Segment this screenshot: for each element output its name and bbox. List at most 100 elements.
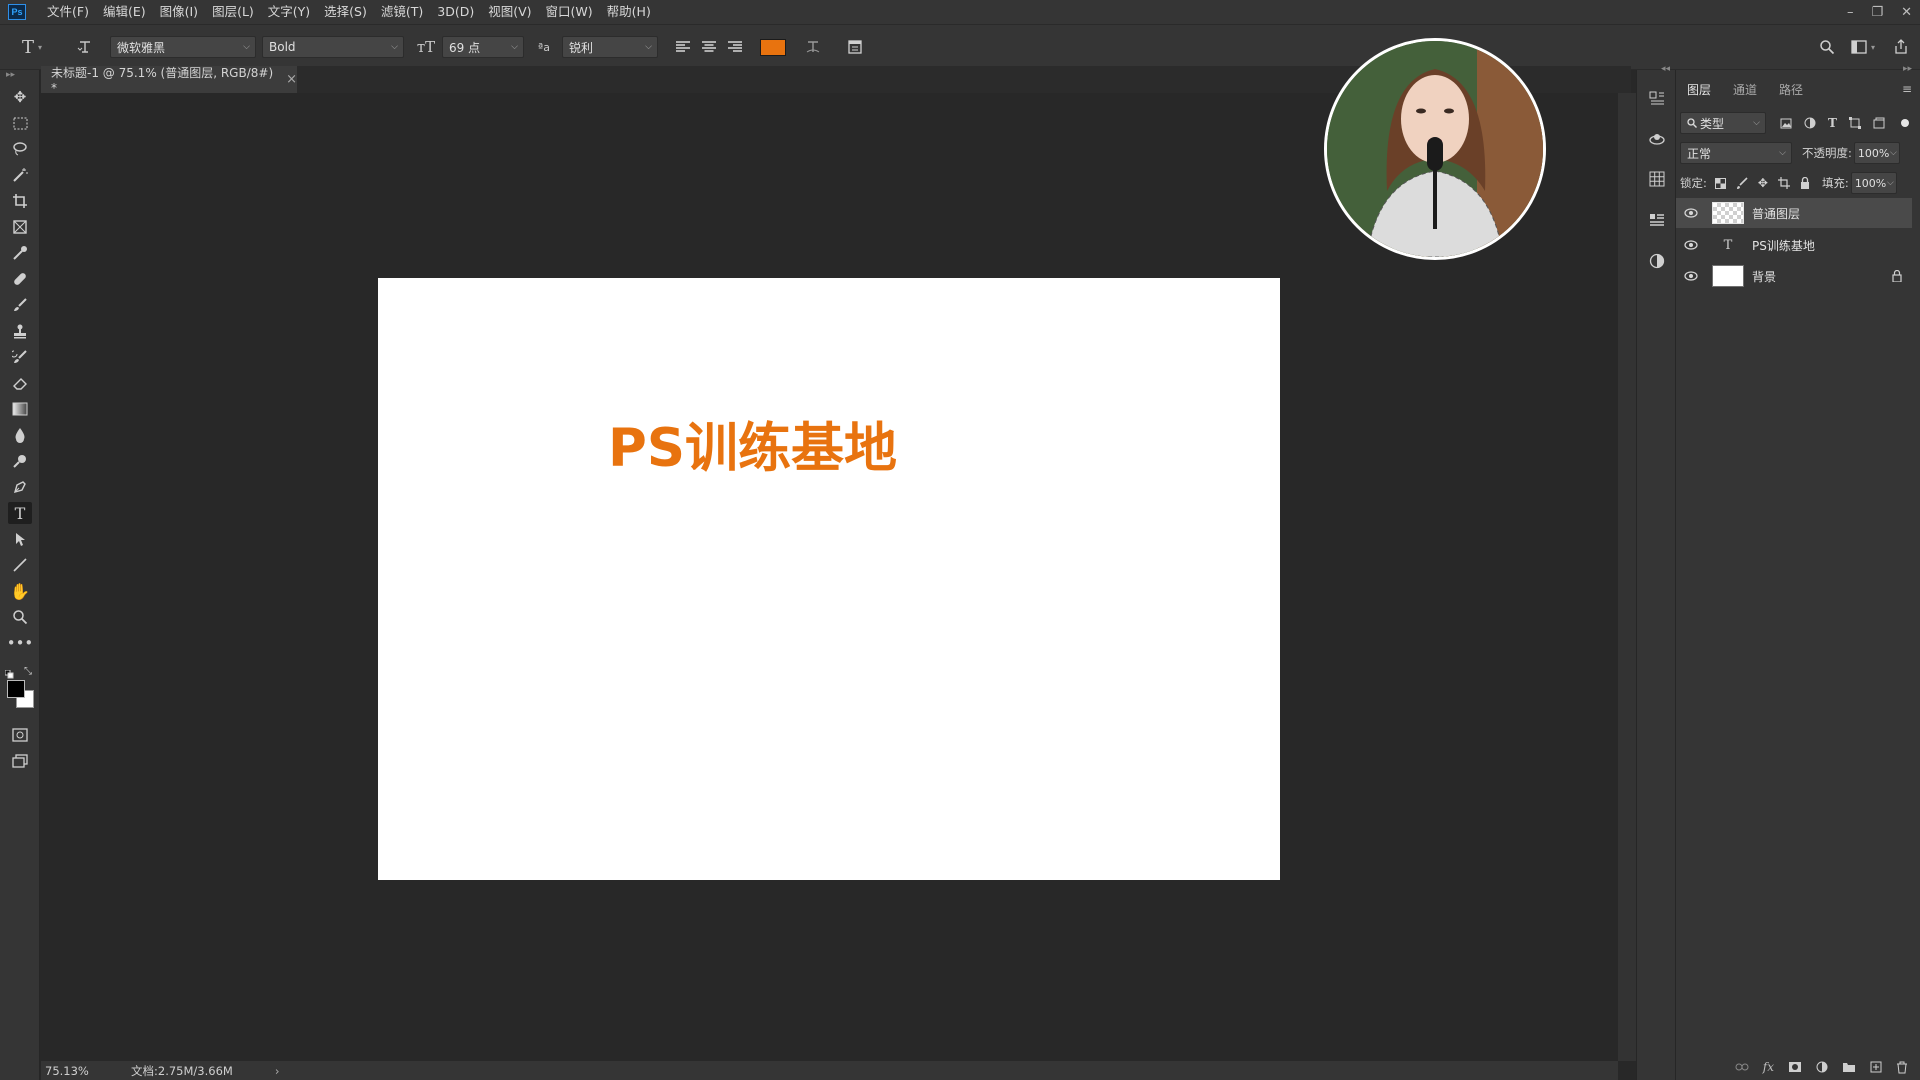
layer-filter-dropdown[interactable]: 类型 ⌵ xyxy=(1680,112,1766,134)
panel-menu-icon[interactable]: ≡ xyxy=(1902,82,1912,96)
tab-layers[interactable]: 图层 xyxy=(1676,78,1722,102)
font-family-dropdown[interactable]: 微软雅黑 ⌵ xyxy=(110,36,256,58)
add-mask-icon[interactable] xyxy=(1788,1061,1802,1073)
minimize-button[interactable]: – xyxy=(1847,5,1854,20)
collapse-dock-icon[interactable]: ▸▸ xyxy=(1903,64,1912,74)
gradient-tool-icon[interactable] xyxy=(8,398,32,420)
menu-view[interactable]: 视图(V) xyxy=(481,0,538,24)
layer-lock-icon[interactable] xyxy=(1892,270,1902,282)
history-panel-icon[interactable] xyxy=(1646,88,1668,110)
share-icon[interactable] xyxy=(1890,35,1912,59)
clone-stamp-tool-icon[interactable] xyxy=(8,320,32,342)
character-panel-icon[interactable] xyxy=(844,35,866,59)
eyedropper-tool-icon[interactable] xyxy=(8,242,32,264)
align-center-icon[interactable] xyxy=(698,35,720,59)
frame-tool-icon[interactable] xyxy=(8,216,32,238)
filter-smart-object-icon[interactable] xyxy=(1873,117,1885,129)
vertical-scrollbar[interactable] xyxy=(1618,93,1636,1061)
more-tools-icon[interactable]: ••• xyxy=(7,632,34,654)
pen-tool-icon[interactable] xyxy=(8,476,32,498)
magic-wand-tool-icon[interactable] xyxy=(8,164,32,186)
menu-help[interactable]: 帮助(H) xyxy=(600,0,658,24)
visibility-eye-icon[interactable] xyxy=(1680,208,1702,218)
new-group-icon[interactable] xyxy=(1842,1061,1856,1073)
document-canvas[interactable]: PS训练基地 xyxy=(378,278,1280,880)
dodge-tool-icon[interactable] xyxy=(8,450,32,472)
foreground-color-swatch[interactable] xyxy=(7,680,25,698)
adjustments-panel-icon[interactable] xyxy=(1646,250,1668,272)
link-layers-icon[interactable] xyxy=(1735,1062,1749,1072)
fill-input[interactable]: 100% ⌵ xyxy=(1850,172,1897,194)
menu-edit[interactable]: 编辑(E) xyxy=(96,0,153,24)
lock-image-pixels-icon[interactable] xyxy=(1736,177,1748,189)
default-colors-icon[interactable] xyxy=(4,668,14,679)
menu-layer[interactable]: 图层(L) xyxy=(205,0,261,24)
move-tool-icon[interactable]: ✥ xyxy=(8,86,32,108)
lasso-tool-icon[interactable] xyxy=(8,138,32,160)
align-left-icon[interactable] xyxy=(672,35,694,59)
close-window-button[interactable]: ✕ xyxy=(1901,5,1912,20)
history-brush-tool-icon[interactable] xyxy=(8,346,32,368)
layer-row-text[interactable]: T PS训练基地 xyxy=(1676,230,1912,260)
zoom-tool-icon[interactable] xyxy=(8,606,32,628)
marquee-tool-icon[interactable] xyxy=(8,112,32,134)
crop-tool-icon[interactable] xyxy=(8,190,32,212)
delete-layer-icon[interactable] xyxy=(1896,1061,1908,1074)
close-tab-icon[interactable]: × xyxy=(286,72,297,87)
document-tab[interactable]: 未标题-1 @ 75.1% (普通图层, RGB/8#) * × xyxy=(41,66,297,95)
zoom-level[interactable]: 75.13% xyxy=(45,1064,107,1078)
brush-tool-icon[interactable] xyxy=(8,294,32,316)
layer-effects-icon[interactable]: fx xyxy=(1763,1060,1774,1074)
swap-colors-icon[interactable]: ⤡ xyxy=(24,666,32,677)
restore-button[interactable]: ❐ xyxy=(1871,5,1883,20)
new-layer-icon[interactable] xyxy=(1870,1061,1882,1073)
quick-mask-icon[interactable] xyxy=(8,724,32,746)
collapse-panels-icon[interactable]: ◂◂ xyxy=(1661,64,1670,74)
layer-row-normal[interactable]: 普通图层 xyxy=(1676,198,1912,228)
layer-row-background[interactable]: 背景 xyxy=(1676,261,1912,291)
adjustment-layer-icon[interactable] xyxy=(1816,1061,1828,1073)
lock-transparent-pixels-icon[interactable] xyxy=(1714,177,1726,189)
lock-all-icon[interactable] xyxy=(1800,177,1810,189)
status-expand-arrow[interactable]: › xyxy=(275,1064,280,1078)
align-right-icon[interactable] xyxy=(724,35,746,59)
visibility-eye-icon[interactable] xyxy=(1680,271,1702,281)
blend-mode-dropdown[interactable]: 正常 ⌵ xyxy=(1680,142,1792,164)
menu-3d[interactable]: 3D(D) xyxy=(430,0,481,24)
tab-channels[interactable]: 通道 xyxy=(1722,78,1768,102)
menu-filter[interactable]: 滤镜(T) xyxy=(374,0,430,24)
font-size-dropdown[interactable]: 69 点 ⌵ xyxy=(442,36,524,58)
screen-mode-icon[interactable] xyxy=(8,750,32,772)
hand-tool-icon[interactable]: ✋ xyxy=(8,580,32,602)
menu-window[interactable]: 窗口(W) xyxy=(539,0,600,24)
lock-artboard-icon[interactable] xyxy=(1777,177,1790,189)
filter-adjustment-icon[interactable] xyxy=(1804,117,1816,129)
toggle-text-orientation-icon[interactable] xyxy=(74,35,96,59)
menu-image[interactable]: 图像(I) xyxy=(153,0,205,24)
eraser-tool-icon[interactable] xyxy=(8,372,32,394)
blur-tool-icon[interactable] xyxy=(8,424,32,446)
filter-type-icon[interactable]: T xyxy=(1828,116,1837,130)
canvas-text-layer[interactable]: PS训练基地 xyxy=(608,406,897,482)
filter-shape-icon[interactable] xyxy=(1848,117,1861,129)
collapse-toolbar-icon[interactable]: ▸▸ xyxy=(6,70,15,80)
3d-panel-icon[interactable] xyxy=(1646,128,1668,150)
type-tool-preset-icon[interactable]: T ▾ xyxy=(14,35,50,59)
visibility-eye-icon[interactable] xyxy=(1680,240,1702,250)
healing-brush-tool-icon[interactable] xyxy=(8,268,32,290)
swatches-panel-icon[interactable] xyxy=(1646,168,1668,190)
menu-file[interactable]: 文件(F) xyxy=(40,0,96,24)
properties-panel-icon[interactable] xyxy=(1646,210,1668,232)
menu-select[interactable]: 选择(S) xyxy=(317,0,374,24)
tab-paths[interactable]: 路径 xyxy=(1768,78,1814,102)
text-color-swatch[interactable] xyxy=(760,38,786,56)
font-style-dropdown[interactable]: Bold ⌵ xyxy=(262,36,404,58)
lock-position-icon[interactable]: ✥ xyxy=(1758,176,1768,190)
workspace-icon[interactable]: ▾ xyxy=(1846,35,1880,59)
filter-pixel-icon[interactable] xyxy=(1780,118,1792,129)
warp-text-icon[interactable] xyxy=(802,35,824,59)
opacity-input[interactable]: 100% ⌵ xyxy=(1853,142,1900,164)
type-tool-icon[interactable]: T xyxy=(8,502,32,524)
line-tool-icon[interactable] xyxy=(8,554,32,576)
search-icon[interactable] xyxy=(1816,35,1838,59)
